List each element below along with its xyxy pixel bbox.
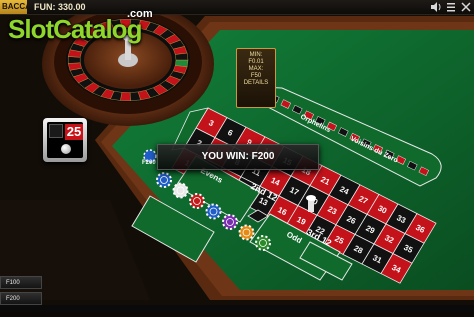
bet-amount-1[interactable]: F100 [0,276,42,289]
win-banner: YOU WIN: F200 [157,144,319,170]
watermark-text: SlotCatalog [8,14,142,44]
chip[interactable] [222,214,238,230]
bottom-bar [0,305,474,312]
top-bar: BACCA FUN: 330.00 [0,0,474,15]
wheel-pocket [120,92,131,101]
chip[interactable] [205,203,222,220]
close-icon[interactable] [460,1,472,13]
fun-balance: FUN: 330.00 [34,2,86,12]
wheel-pocket [68,56,81,64]
speaker-icon[interactable] [430,1,442,13]
win-chip-label: F200 [142,160,156,166]
min-label: MIN: [249,52,263,58]
chip[interactable] [238,224,255,241]
bet-amount-2[interactable]: F200 [0,292,42,305]
chip[interactable] [255,235,271,251]
limits-placard[interactable]: MIN: F0.01 MAX: F50 DETAILS [236,48,276,108]
roulette-scene: Orphelins Voisins du Zero 36912151821242… [0,0,474,312]
last-result-number: 25 [65,124,83,140]
history-marker [49,124,63,138]
details-link[interactable]: DETAILS [237,80,275,87]
wheel-pocket [175,52,189,61]
chip[interactable] [189,193,205,209]
max-label: MAX: [248,66,264,72]
chip[interactable] [172,182,189,199]
last-result-card: 25 [43,118,87,162]
ball-icon [61,144,71,154]
menu-icon[interactable] [445,1,457,13]
game-tab[interactable]: BACCA [0,0,27,14]
chip[interactable] [156,172,172,188]
max-value: F50 [250,73,262,79]
min-value: F0.01 [248,59,264,65]
